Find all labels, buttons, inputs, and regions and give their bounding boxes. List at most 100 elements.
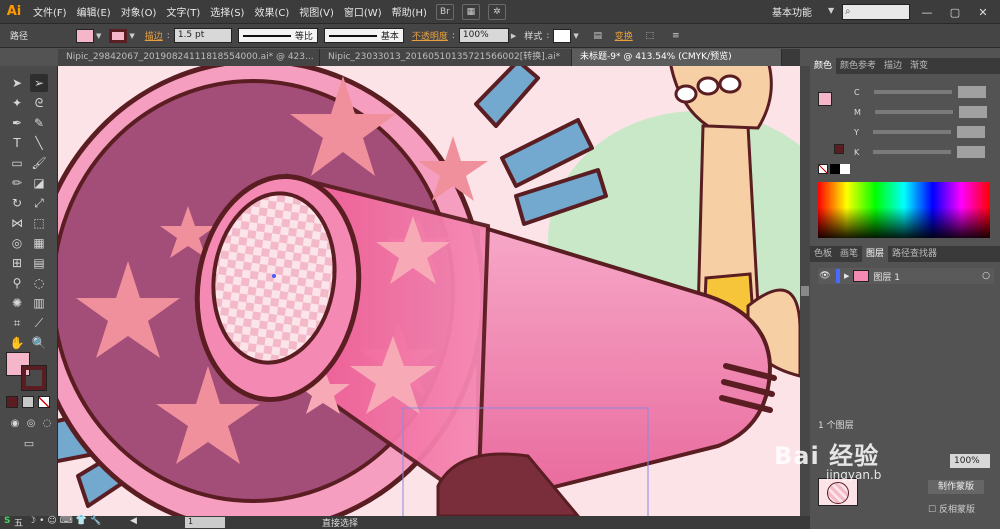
paintbrush-tool-icon[interactable]: 🖌: [30, 154, 48, 172]
stroke-color-box[interactable]: [21, 365, 47, 391]
tab-brushes[interactable]: 画笔: [836, 246, 862, 262]
gradient-mode-icon[interactable]: [22, 396, 34, 408]
slice-tool-icon[interactable]: ⟋: [30, 314, 48, 332]
width-tool-icon[interactable]: ⋈: [8, 214, 26, 232]
rectangle-tool-icon[interactable]: ▭: [8, 154, 26, 172]
tab-swatches[interactable]: 色板: [810, 246, 836, 262]
bridge-icon[interactable]: Br: [435, 3, 454, 20]
chevron-down-icon[interactable]: ▼: [96, 32, 101, 40]
tab-layers[interactable]: 图层: [862, 246, 889, 262]
tab-document-1[interactable]: Nipic_29842067_20190824111818554000.ai* …: [58, 49, 320, 66]
zoom-tool-icon[interactable]: 🔍: [30, 334, 48, 352]
selection-tool-icon[interactable]: ➤: [8, 74, 26, 92]
menu-type[interactable]: 文字(T): [161, 4, 205, 19]
color-mode-icon[interactable]: [6, 396, 18, 408]
artboard-canvas[interactable]: [58, 66, 800, 516]
align-icon[interactable]: ▤: [589, 28, 607, 44]
sync-icon[interactable]: ✲: [487, 3, 506, 20]
layer-name[interactable]: 图层 1: [873, 270, 900, 283]
opacity-label[interactable]: 不透明度: [412, 29, 448, 42]
opacity-field[interactable]: 100%: [458, 28, 509, 43]
eraser-tool-icon[interactable]: ◪: [30, 174, 48, 192]
ime-toolbar-icons[interactable]: ☽•☺⌨👕🔧: [28, 516, 104, 526]
perspective-grid-tool-icon[interactable]: ▦: [30, 234, 48, 252]
visibility-eye-icon[interactable]: 👁: [818, 271, 832, 281]
symbol-sprayer-tool-icon[interactable]: ✺: [8, 294, 26, 312]
color-spectrum[interactable]: [818, 182, 990, 238]
curvature-tool-icon[interactable]: ✎: [30, 114, 48, 132]
free-transform-tool-icon[interactable]: ⬚: [30, 214, 48, 232]
menu-help[interactable]: 帮助(H): [387, 4, 432, 19]
panel-stroke-swatch[interactable]: [834, 144, 844, 154]
eyedropper-tool-icon[interactable]: ⚲: [8, 274, 26, 292]
pen-tool-icon[interactable]: ✒: [8, 114, 26, 132]
lasso-tool-icon[interactable]: ᘓ: [30, 94, 48, 112]
column-graph-tool-icon[interactable]: ▥: [30, 294, 48, 312]
mesh-tool-icon[interactable]: ⊞: [8, 254, 26, 272]
artboard-tool-icon[interactable]: ⌗: [8, 314, 26, 332]
line-tool-icon[interactable]: ╲: [30, 134, 48, 152]
tab-pathfinder[interactable]: 路径查找器: [888, 246, 941, 262]
channel-c-value[interactable]: [957, 86, 986, 98]
stroke-weight-field[interactable]: 1.5 pt: [173, 28, 232, 43]
channel-y-value[interactable]: [956, 126, 985, 138]
invert-mask-checkbox[interactable]: ☐ 反相蒙版: [928, 502, 975, 515]
menu-file[interactable]: 文件(F): [28, 4, 72, 19]
tab-document-3[interactable]: 未标题-9* @ 413.54% (CMYK/预览): [572, 49, 782, 66]
panel-fill-swatch[interactable]: [818, 92, 832, 106]
graphic-style-swatch[interactable]: [553, 28, 572, 43]
scale-tool-icon[interactable]: ⤢: [30, 194, 48, 212]
menu-object[interactable]: 对象(O): [116, 4, 162, 19]
panel-menu-icon[interactable]: ≡: [667, 28, 685, 44]
channel-m[interactable]: M: [854, 106, 987, 118]
anchor-point[interactable]: [272, 274, 276, 278]
channel-m-value[interactable]: [958, 106, 987, 118]
chevron-down-icon[interactable]: ▼: [129, 32, 134, 40]
menu-view[interactable]: 视图(V): [294, 4, 339, 19]
tab-color[interactable]: 颜色: [810, 58, 837, 74]
pencil-tool-icon[interactable]: ✏: [8, 174, 26, 192]
brush-definition[interactable]: 基本: [323, 28, 404, 43]
target-icon[interactable]: ○: [982, 271, 990, 281]
gradient-tool-icon[interactable]: ▤: [30, 254, 48, 272]
white-swatch[interactable]: [840, 164, 850, 174]
blend-tool-icon[interactable]: ◌: [30, 274, 48, 292]
direct-selection-tool-icon[interactable]: ➢: [30, 74, 48, 92]
hand-tool-icon[interactable]: ✋: [8, 334, 26, 352]
magic-wand-tool-icon[interactable]: ✦: [8, 94, 26, 112]
fill-swatch[interactable]: [76, 28, 94, 43]
tab-document-2[interactable]: Nipic_23033013_20160510135721566002[转换].…: [320, 49, 572, 66]
menu-edit[interactable]: 编辑(E): [72, 4, 116, 19]
type-tool-icon[interactable]: T: [8, 134, 26, 152]
screen-mode-icon[interactable]: ▭: [18, 434, 40, 452]
make-mask-button[interactable]: 制作蒙版: [928, 480, 984, 494]
isolate-icon[interactable]: ⬚: [641, 28, 659, 44]
page-number-field[interactable]: 1: [185, 517, 225, 528]
page-nav-prev-icon[interactable]: ◀: [130, 516, 137, 526]
black-swatch[interactable]: [830, 164, 840, 174]
shape-builder-tool-icon[interactable]: ◎: [8, 234, 26, 252]
minimize-icon[interactable]: —: [914, 3, 940, 21]
bottom-zoom-field[interactable]: 100%: [950, 454, 990, 468]
none-mode-icon[interactable]: [38, 396, 50, 408]
menu-effect[interactable]: 效果(C): [249, 4, 294, 19]
stroke-label[interactable]: 描边: [145, 29, 163, 42]
chevron-right-icon[interactable]: ▶: [511, 32, 516, 40]
menu-window[interactable]: 窗口(W): [339, 4, 387, 19]
chevron-down-icon[interactable]: ▼: [573, 32, 578, 40]
layer-row[interactable]: 👁 ▶ 图层 1 ○: [818, 268, 994, 284]
chevron-down-icon[interactable]: ▼: [828, 6, 834, 15]
none-swatch[interactable]: [818, 164, 828, 174]
scroll-thumb[interactable]: [801, 286, 809, 296]
channel-c[interactable]: C: [854, 86, 986, 98]
help-search-input[interactable]: [842, 4, 910, 20]
channel-k[interactable]: K: [854, 146, 986, 158]
arrange-documents-icon[interactable]: ▦: [461, 3, 480, 20]
draw-inside-icon[interactable]: ◌: [38, 414, 56, 432]
rotate-tool-icon[interactable]: ↻: [8, 194, 26, 212]
variable-width-profile[interactable]: 等比: [237, 28, 318, 43]
tab-gradient[interactable]: 渐变: [906, 58, 932, 74]
expand-triangle-icon[interactable]: ▶: [844, 272, 849, 280]
close-icon[interactable]: ✕: [970, 3, 996, 21]
channel-y[interactable]: Y: [854, 126, 985, 138]
